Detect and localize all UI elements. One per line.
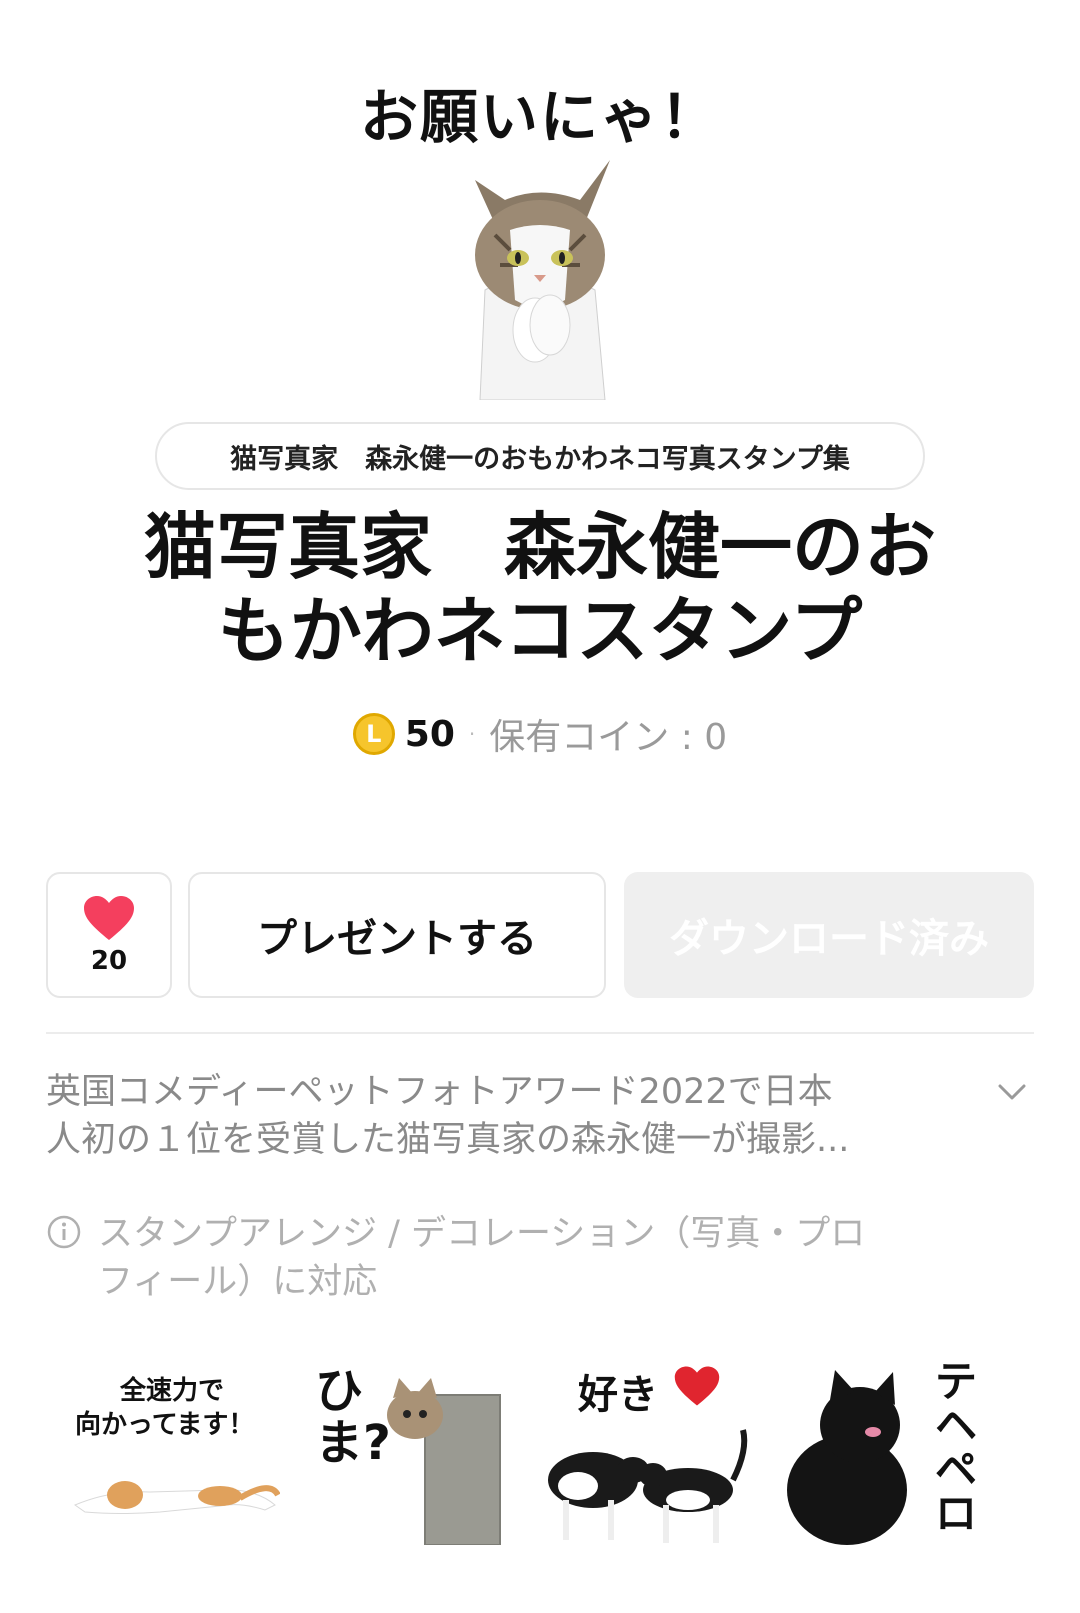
sticker-caption: 全速力で	[120, 1376, 225, 1406]
sticker-pack-chip[interactable]: 猫写真家 森永健一のおもかわネコ写真スタンプ集	[155, 422, 925, 490]
sticker-preview[interactable]: ひま?	[305, 1365, 535, 1545]
notice-text: スタンプアレンジ / デコレーション（写真・プロ フィール）に対応	[98, 1210, 998, 1306]
sticker-preview[interactable]: 好き	[538, 1366, 768, 1545]
chevron-down-icon[interactable]	[992, 1072, 1032, 1112]
heart-icon	[84, 896, 134, 940]
two-cats-image	[548, 1429, 748, 1543]
sticker-caption: ひま?	[315, 1363, 391, 1471]
sticker-preview[interactable]: テヘペロ	[775, 1360, 1005, 1545]
price-row: L 50 · 保有コイン : 0	[0, 708, 1080, 760]
notice-line-1: スタンプアレンジ / デコレーション（写真・プロ	[98, 1214, 866, 1254]
description-line-2: 人初の１位を受賞した猫写真家の森永健一が撮影...	[46, 1120, 850, 1160]
info-icon	[47, 1215, 81, 1249]
title-line-2: もかわネコスタンプ	[217, 589, 863, 673]
like-button[interactable]: 20	[46, 872, 172, 998]
line-coin-icon: L	[352, 713, 395, 755]
price-separator: ·	[468, 722, 476, 746]
title-line-1: 猫写真家 森永健一のお	[143, 505, 936, 589]
black-cat-image	[787, 1370, 907, 1545]
downloaded-button[interactable]: ダウンロード済み	[624, 872, 1034, 998]
page-title: 猫写真家 森永健一のお もかわネコスタンプ	[90, 505, 990, 673]
description[interactable]: 英国コメディーペットフォトアワード2022で日本 人初の１位を受賞した猫写真家の…	[46, 1068, 946, 1164]
notice-line-2: フィール）に対応	[98, 1262, 378, 1302]
gift-button[interactable]: プレゼントする	[188, 872, 606, 998]
sticker-preview-row: 全速力で 向かってます！ ひま? 好き テヘペロ	[60, 1360, 1020, 1545]
sticker-preview[interactable]: 全速力で 向かってます！	[60, 1370, 290, 1545]
sticker-caption: テヘペロ	[935, 1357, 978, 1538]
peeking-cat-image	[387, 1378, 501, 1545]
price-amount: 50	[404, 713, 455, 755]
owned-coins: 保有コイン : 0	[489, 717, 728, 758]
heart-icon	[674, 1366, 720, 1406]
cat-praying-image	[475, 160, 610, 400]
running-cat-image	[73, 1481, 280, 1514]
hero-sticker: お願いにゃ！	[340, 70, 740, 400]
like-count: 20	[90, 946, 128, 976]
action-bar: 20 プレゼントする ダウンロード済み	[46, 872, 1034, 998]
sticker-caption: 好き	[578, 1372, 658, 1418]
description-line-1: 英国コメディーペットフォトアワード2022で日本	[46, 1072, 833, 1112]
divider	[46, 1032, 1034, 1034]
sticker-caption: 向かってます！	[75, 1410, 255, 1440]
